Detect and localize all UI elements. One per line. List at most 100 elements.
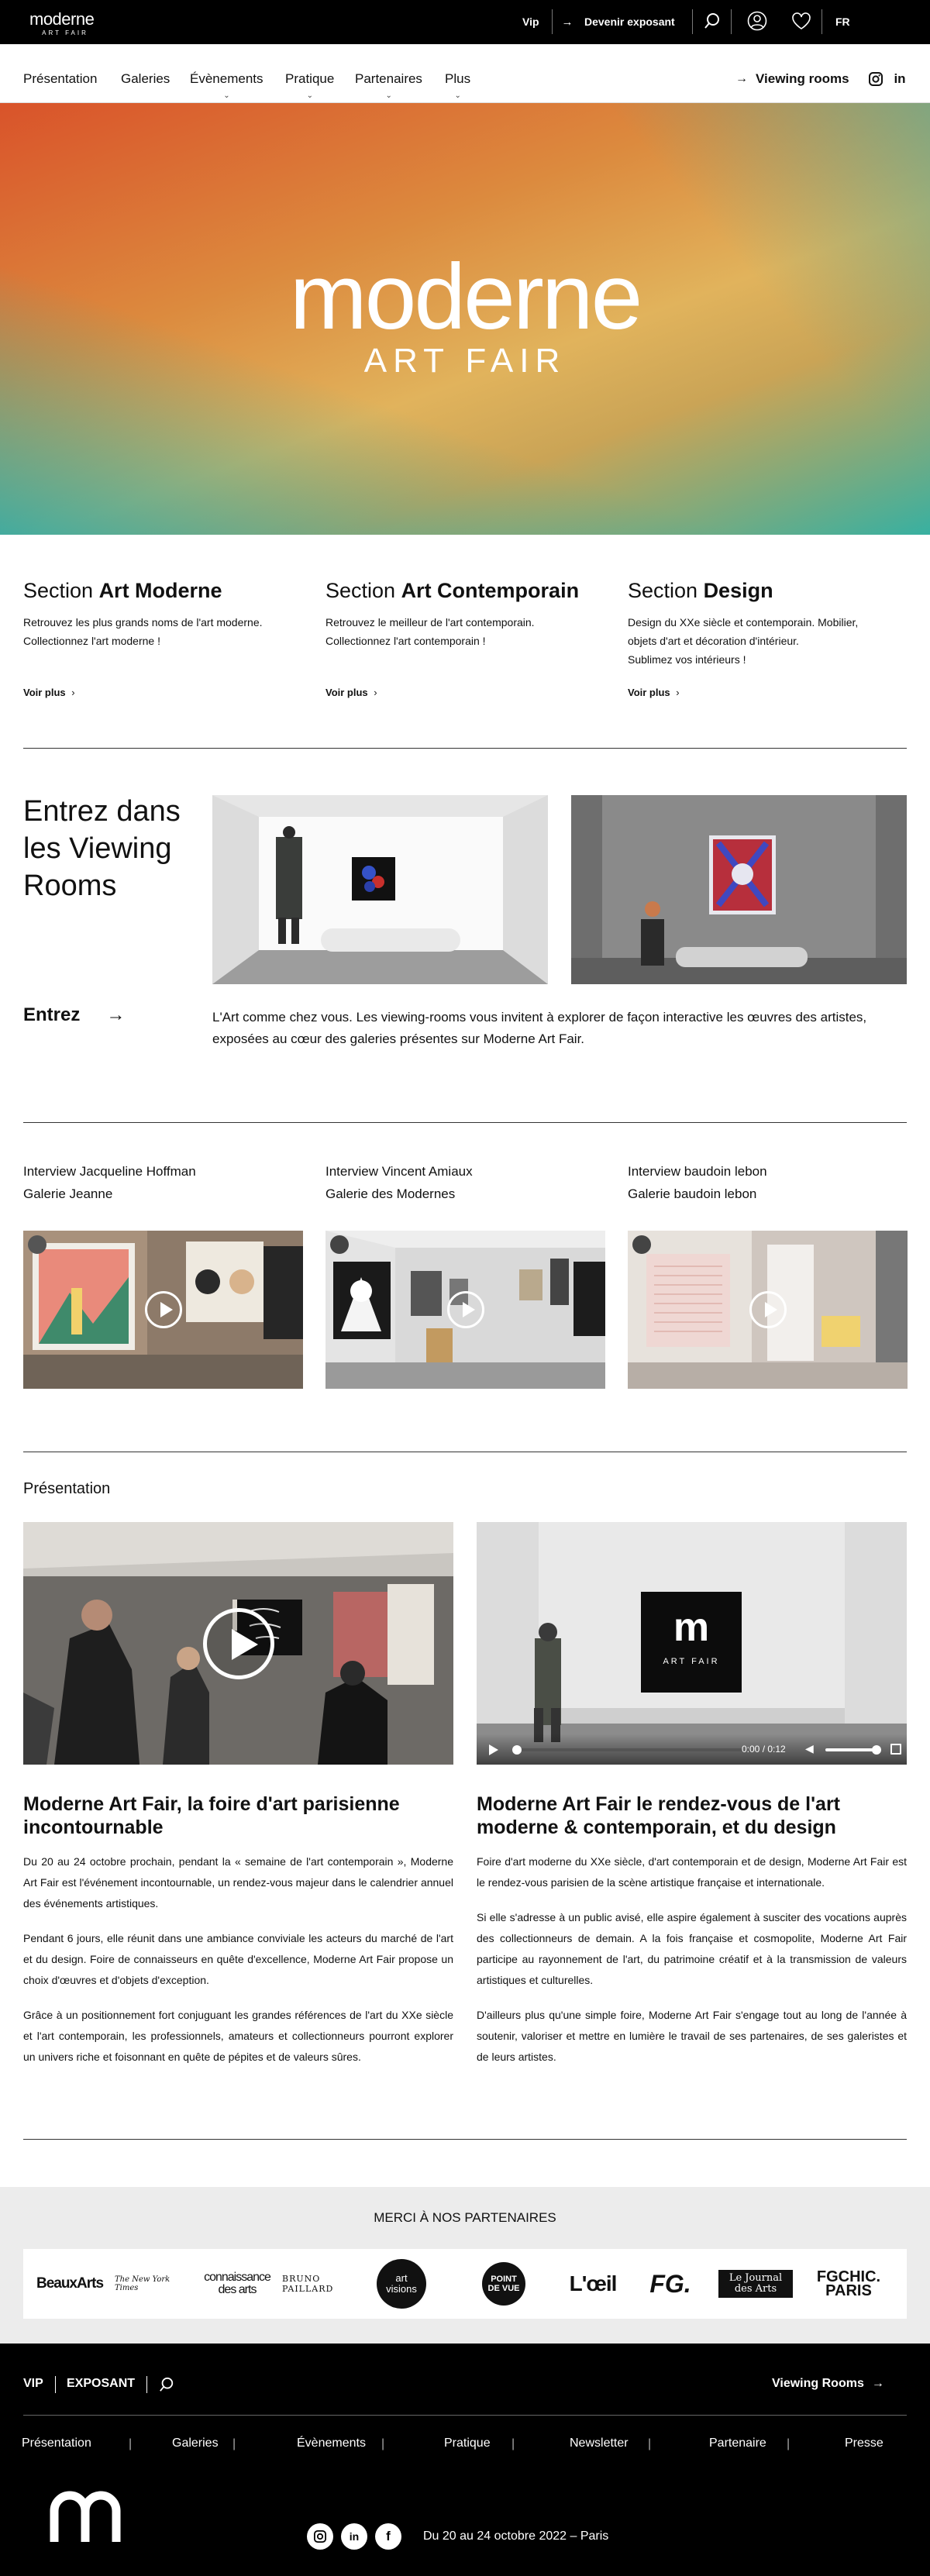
nav-label: Évènements [190, 71, 264, 86]
search-icon[interactable] [702, 11, 722, 31]
chevron-right-icon: › [676, 687, 680, 698]
divider: | [232, 2437, 236, 2450]
video-controls: 0:00 / 0:12 ◀ [477, 1734, 907, 1765]
play-icon[interactable] [202, 1607, 274, 1679]
vip-link[interactable]: Vip [522, 15, 539, 29]
logo-sub: ART FAIR [663, 1657, 720, 1666]
partner-logo-nyt[interactable]: The New York Times [115, 2249, 192, 2319]
top-bar: moderne ART FAIR Vip → Devenir exposant … [0, 0, 930, 44]
footer-link[interactable]: Évènements [297, 2437, 366, 2450]
footer-link[interactable]: Newsletter [570, 2437, 629, 2450]
nav-plus[interactable]: Plus ⌄ [445, 71, 470, 100]
user-icon[interactable] [746, 10, 768, 32]
play-icon[interactable] [144, 1291, 182, 1328]
interview-caption: Interview Jacqueline Hoffman Galerie Jean… [23, 1164, 196, 1201]
interview-video[interactable] [326, 1231, 605, 1389]
footer-link[interactable]: Presse [845, 2437, 884, 2450]
section-text: Design du XXe siècle et contemporain. Mo… [628, 616, 859, 666]
footer-link[interactable]: Galeries [172, 2437, 219, 2450]
divider [552, 9, 553, 34]
instagram-icon[interactable] [868, 71, 884, 87]
partner-logo-artvisions[interactable]: art visions [370, 2249, 432, 2319]
partner-logo-journal[interactable]: Le Journal des Arts [713, 2249, 798, 2319]
linkedin-icon[interactable]: in [341, 2523, 367, 2550]
hero-logo-word: moderne [289, 245, 643, 349]
nav-galeries[interactable]: Galeries [121, 71, 170, 88]
search-icon[interactable] [158, 2376, 175, 2393]
chevron-down-icon: ⌄ [223, 91, 230, 100]
entrez-button[interactable]: Entrez → [23, 1004, 125, 1026]
voir-plus-link[interactable]: Voir plus › [23, 687, 75, 698]
site-logo[interactable]: moderne ART FAIR [29, 11, 115, 37]
footer-link[interactable]: Présentation [22, 2437, 91, 2450]
nav-presentation[interactable]: Présentation [23, 71, 97, 88]
viewing-room-image[interactable] [571, 795, 907, 984]
fullscreen-icon[interactable] [890, 1744, 901, 1755]
nav-pratique[interactable]: Pratique ⌄ [285, 71, 334, 100]
divider: | [787, 2437, 790, 2450]
footer-viewing-rooms-link[interactable]: Viewing Rooms → [772, 2377, 884, 2391]
volume-icon[interactable]: ◀ [805, 1742, 819, 1756]
divider [731, 9, 732, 34]
footer-vip-link[interactable]: VIP [23, 2377, 43, 2391]
partners-section: MERCI À NOS PARTENAIRES BeauxArts The Ne… [0, 2187, 930, 2344]
partner-logo-paillard[interactable]: BRUNO PAILLARD [282, 2249, 363, 2319]
voir-plus-link[interactable]: Voir plus › [326, 687, 377, 698]
section-art-moderne: Section Art Moderne Retrouvez les plus g… [23, 577, 302, 698]
presentation-video-player[interactable]: m ART FAIR 0:00 / 0:12 ◀ [477, 1522, 907, 1765]
chevron-down-icon: ⌄ [385, 91, 392, 100]
play-icon[interactable] [489, 1744, 498, 1755]
interview-video[interactable] [23, 1231, 303, 1389]
footer-exposant-link[interactable]: EXPOSANT [67, 2377, 135, 2391]
partner-logo-pointdevue[interactable]: POINT DE VUE [473, 2249, 535, 2319]
voir-plus-link[interactable]: Voir plus › [628, 687, 680, 698]
presentation-video[interactable] [23, 1522, 453, 1765]
facebook-icon[interactable]: f [375, 2523, 401, 2550]
interview-video[interactable] [628, 1231, 908, 1389]
progress-thumb[interactable] [512, 1745, 522, 1755]
play-icon[interactable] [749, 1291, 787, 1328]
presentation-heading: Présentation [23, 1480, 111, 1497]
exhibitor-link[interactable]: Devenir exposant [584, 15, 675, 29]
footer-link[interactable]: Partenaire [709, 2437, 766, 2450]
partner-logo-fgchic[interactable]: FGCHIC. PARIS [806, 2249, 891, 2319]
logo-sub: ART FAIR [42, 29, 88, 36]
chevron-down-icon: ⌄ [454, 91, 461, 100]
arrow-right-icon: → [871, 2377, 884, 2390]
partner-logo-fg[interactable]: FG. [636, 2249, 705, 2319]
viewing-room-image[interactable] [212, 795, 548, 984]
instagram-icon[interactable] [307, 2523, 333, 2550]
nav-evenements[interactable]: Évènements ⌄ [190, 71, 264, 100]
linkedin-icon[interactable]: in [892, 71, 908, 87]
volume-thumb[interactable] [872, 1745, 881, 1755]
play-icon[interactable] [446, 1291, 484, 1328]
nav-partenaires[interactable]: Partenaires ⌄ [355, 71, 422, 100]
chevron-down-icon: ⌄ [306, 91, 314, 100]
article-title: Moderne Art Fair le rendez-vous de l'art… [477, 1793, 841, 1838]
interview-caption: Interview Vincent Amiaux Galerie des Mode… [326, 1164, 473, 1201]
partner-logo-connaissance[interactable]: connaissance des arts [198, 2249, 276, 2319]
viewing-rooms-link[interactable]: Viewing rooms [756, 71, 849, 88]
section-text: Retrouvez les plus grands noms de l'art … [23, 616, 263, 647]
footer-logo-m-icon[interactable] [50, 2483, 124, 2542]
divider [55, 2376, 56, 2393]
footer-link[interactable]: Pratique [444, 2437, 491, 2450]
partner-logo-beauxarts[interactable]: BeauxArts [31, 2249, 108, 2319]
divider [23, 2415, 907, 2416]
progress-track[interactable] [514, 1748, 742, 1751]
section-design: Section Design Design du XXe siècle et c… [628, 577, 907, 698]
divider: | [648, 2437, 652, 2450]
partner-logo-loeil[interactable]: L'œil [558, 2249, 628, 2319]
partner-logo-label: Le Journal des Arts [718, 2270, 793, 2298]
heart-icon[interactable] [790, 11, 812, 31]
footer: VIP EXPOSANT Viewing Rooms → Présentation… [0, 2344, 930, 2576]
partners-logos: BeauxArts The New York Times connaissanc… [23, 2249, 907, 2319]
language-switch[interactable]: FR [835, 15, 850, 29]
divider [23, 2139, 907, 2140]
viewing-rooms-text: L'Art comme chez vous. Les viewing-rooms… [212, 1010, 867, 1046]
nav-label: Partenaires [355, 71, 422, 86]
article-body: Du 20 au 24 octobre prochain, pendant la… [23, 1855, 453, 2063]
partner-logo-label: POINT DE VUE [482, 2262, 525, 2306]
hero-banner: moderne ART FAIR [0, 103, 930, 535]
footer-viewing-rooms-label: Viewing Rooms [772, 2377, 864, 2390]
